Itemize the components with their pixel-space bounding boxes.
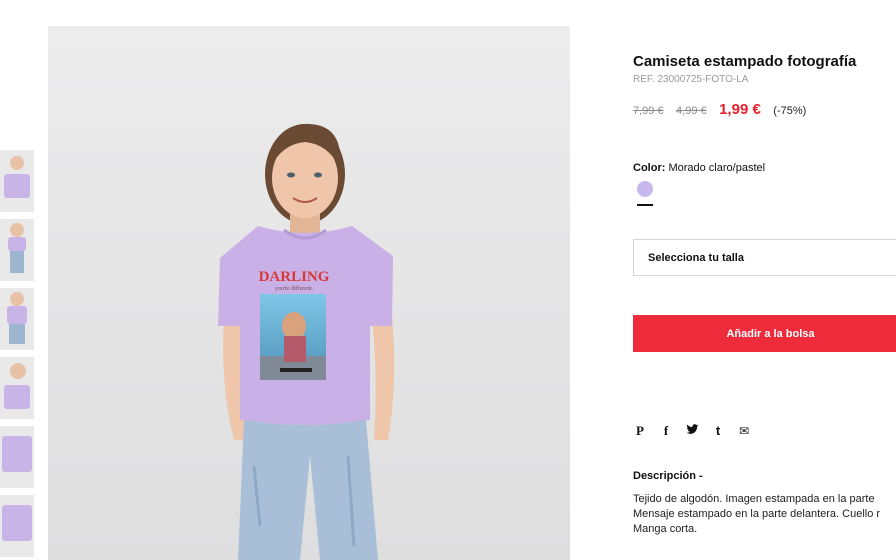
thumbnail-figure <box>2 505 32 541</box>
thumbnail-figure <box>8 237 26 251</box>
thumbnail-figure <box>10 292 24 306</box>
size-select-label: Selecciona tu talla <box>648 252 744 264</box>
thumbnail-figure <box>4 385 30 409</box>
description-line: Mensaje estampado en la parte delantera.… <box>633 508 881 520</box>
share-icons: P f t ✉ <box>633 424 751 439</box>
thumbnail-figure <box>10 251 24 273</box>
original-price: 7,99 € <box>633 105 664 117</box>
thumbnail-figure <box>10 156 24 170</box>
thumbnail-4[interactable] <box>0 357 34 419</box>
twitter-icon[interactable] <box>685 424 699 438</box>
facebook-icon[interactable]: f <box>659 424 673 438</box>
thumbnail-6[interactable] <box>0 495 34 557</box>
description-title[interactable]: Descripción - <box>633 470 703 482</box>
discount-badge: (-75%) <box>773 105 807 117</box>
description-line: Manga corta. <box>633 523 698 535</box>
thumbnail-figure <box>10 363 26 379</box>
thumbnail-figure <box>7 306 27 324</box>
product-main-image: DARLING you're different. <box>48 26 570 560</box>
color-label: Color: <box>633 162 666 174</box>
thumbnail-figure <box>10 223 24 237</box>
description-text: Tejido de algodón. Imagen estampada en l… <box>633 492 880 537</box>
product-info-panel: Camiseta estampado fotografía REF. 23000… <box>633 0 896 560</box>
thumbnail-5[interactable] <box>0 426 34 488</box>
sale-price: 1,99 € <box>719 101 761 118</box>
product-title: Camiseta estampado fotografía <box>633 53 857 70</box>
tumblr-icon[interactable]: t <box>711 424 725 438</box>
email-icon[interactable]: ✉ <box>737 424 751 438</box>
add-to-bag-label: Añadir a la bolsa <box>726 327 815 340</box>
pinterest-icon[interactable]: P <box>633 424 647 438</box>
thumbnail-figure <box>2 436 32 472</box>
print-title: DARLING <box>258 269 330 285</box>
add-to-bag-button[interactable]: Añadir a la bolsa <box>633 315 896 352</box>
thumbnail-figure <box>4 174 30 198</box>
thumbnail-1[interactable] <box>0 150 34 212</box>
previous-price: 4,99 € <box>676 105 707 117</box>
color-value: Morado claro/pastel <box>668 162 766 174</box>
thumbnail-figure <box>9 324 25 344</box>
thumbnail-3[interactable] <box>0 288 34 350</box>
selected-swatch-indicator <box>637 204 653 206</box>
thumbnail-2[interactable] <box>0 219 34 281</box>
price-row: 7,99 € 4,99 € 1,99 € (-75%) <box>633 101 806 119</box>
print-subtitle: you're different. <box>274 286 314 292</box>
product-reference: REF. 23000725-FOTO-LA <box>633 74 749 85</box>
color-row: Color: Morado claro/pastel <box>633 162 765 174</box>
size-select[interactable]: Selecciona tu talla <box>633 239 896 276</box>
color-swatch-lilac[interactable] <box>637 181 653 197</box>
description-line: Tejido de algodón. Imagen estampada en l… <box>633 493 875 505</box>
